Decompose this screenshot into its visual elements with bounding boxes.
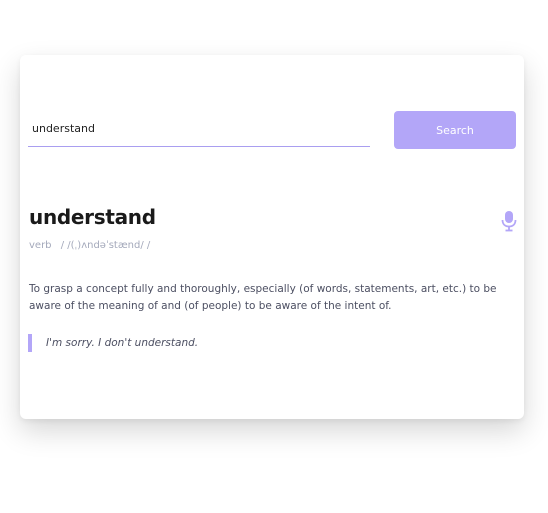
part-of-speech: verb [29, 240, 52, 251]
word-title: understand [29, 205, 156, 229]
search-bar: Search [28, 111, 516, 149]
dictionary-card: Search understand verb / /(ˌ)ʌndəˈstænd/… [20, 55, 524, 419]
phonetic-text: / /(ˌ)ʌndəˈstænd/ / [60, 240, 151, 251]
search-button[interactable]: Search [394, 111, 516, 149]
search-input[interactable] [28, 111, 370, 147]
microphone-icon[interactable] [500, 210, 518, 232]
example-quote: I'm sorry. I don't understand. [28, 334, 198, 352]
definition-text: To grasp a concept fully and thoroughly,… [29, 283, 497, 312]
word-meta: verb / /(ˌ)ʌndəˈstænd/ / [29, 240, 150, 251]
